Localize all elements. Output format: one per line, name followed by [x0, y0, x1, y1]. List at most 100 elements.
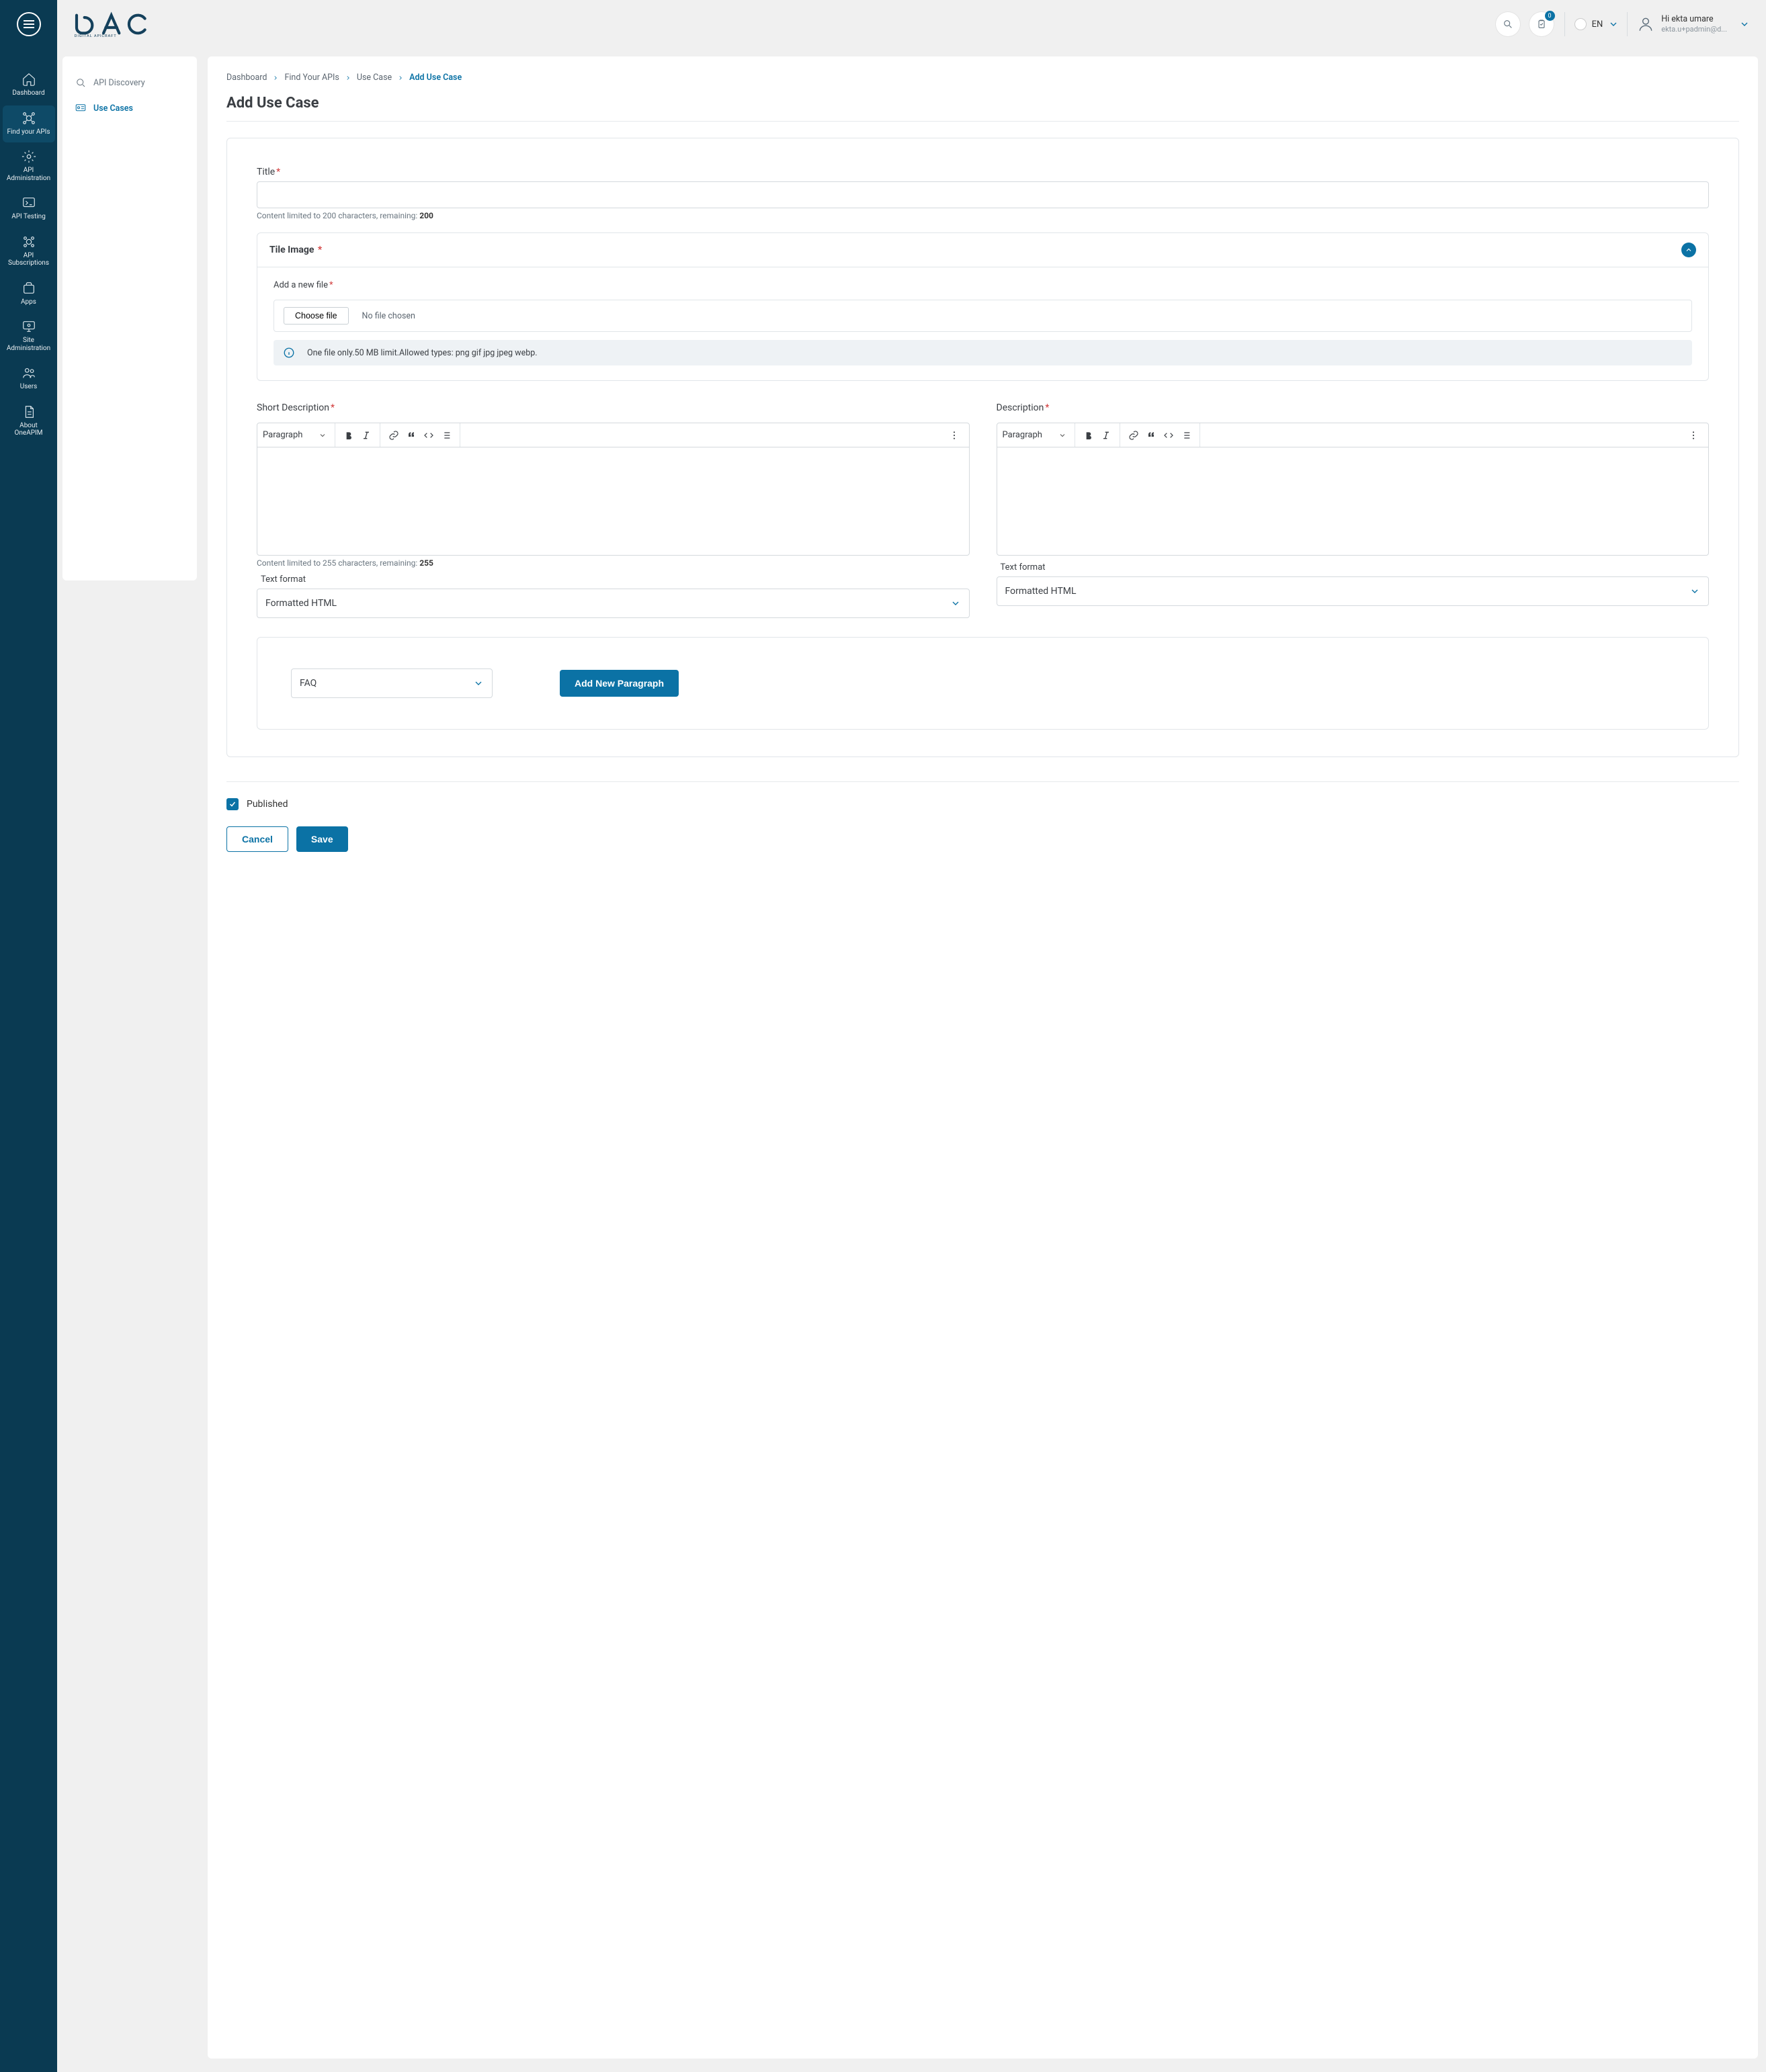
chevron-down-icon [1689, 586, 1700, 597]
chevron-right-icon [345, 75, 351, 81]
form-card: Title* Content limited to 200 characters… [226, 138, 1739, 757]
subscription-icon [22, 234, 36, 249]
link-button[interactable] [1126, 427, 1142, 443]
divider [226, 781, 1739, 782]
italic-button[interactable] [358, 427, 374, 443]
crumb-current: Add Use Case [409, 73, 462, 83]
desc-text-format-select[interactable]: Formatted HTML [997, 576, 1710, 606]
tile-image-label: Tile Image * [269, 245, 322, 255]
rail-item-find-apis[interactable]: Find your APIs [3, 105, 55, 143]
file-status: No file chosen [362, 311, 415, 321]
subnav: API Discovery Use Cases [62, 56, 197, 580]
quote-button[interactable] [403, 427, 419, 443]
doc-icon [22, 404, 36, 419]
rail-item-apps[interactable]: Apps [3, 275, 55, 313]
paragraph-style-dropdown[interactable]: Paragraph [263, 430, 329, 440]
info-icon [283, 347, 295, 359]
notif-badge: 0 [1545, 11, 1555, 21]
divider [1564, 12, 1565, 36]
rail-item-api-admin[interactable]: API Administration [3, 144, 55, 189]
editor-more-button[interactable] [1685, 427, 1701, 443]
monitor-gear-icon [22, 319, 36, 334]
rail-item-dashboard[interactable]: Dashboard [3, 67, 55, 104]
rail-item-api-subs[interactable]: API Subscriptions [3, 229, 55, 274]
short-text-format-select[interactable]: Formatted HTML [257, 589, 970, 618]
code-button[interactable] [421, 427, 437, 443]
chevron-down-icon [1058, 431, 1066, 439]
desc-body[interactable] [997, 447, 1709, 555]
language-selector[interactable]: EN [1574, 18, 1620, 30]
divider [1627, 12, 1628, 36]
chevron-down-icon [1608, 19, 1619, 30]
paragraph-style-dropdown[interactable]: Paragraph [1003, 430, 1069, 440]
crumb-dashboard[interactable]: Dashboard [226, 73, 267, 83]
rail-item-about[interactable]: About OneAPIM [3, 399, 55, 444]
short-desc-editor: Paragraph [257, 423, 970, 556]
short-desc-body[interactable] [257, 447, 969, 555]
gear-api-icon [22, 149, 36, 164]
accordion-collapse-button[interactable] [1681, 243, 1696, 257]
rail-item-users[interactable]: Users [3, 360, 55, 398]
desc-label: Description* [997, 402, 1050, 413]
rail-item-api-testing[interactable]: API Testing [3, 190, 55, 228]
api-search-icon [22, 111, 36, 126]
crumb-find-apis[interactable]: Find Your APIs [284, 73, 339, 83]
paragraph-type-card: FAQ Add New Paragraph [257, 637, 1709, 730]
list-button[interactable] [1178, 427, 1194, 443]
published-label: Published [247, 799, 288, 810]
code-button[interactable] [1161, 427, 1177, 443]
save-button[interactable]: Save [296, 826, 348, 852]
bold-button[interactable] [341, 427, 357, 443]
chevron-down-icon [319, 431, 327, 439]
search-button[interactable] [1496, 12, 1520, 36]
choose-file-button[interactable]: Choose file [284, 307, 349, 325]
crumb-use-case[interactable]: Use Case [357, 73, 392, 83]
compass-icon [75, 77, 87, 89]
clipboard-check-icon [1536, 19, 1547, 30]
italic-button[interactable] [1098, 427, 1114, 443]
editor-more-button[interactable] [946, 427, 962, 443]
notifications-button[interactable]: 0 [1529, 12, 1554, 36]
chevron-up-icon [1685, 246, 1693, 254]
desc-text-format-label: Text format [997, 562, 1710, 572]
chevron-down-icon [1739, 19, 1750, 30]
checkmark-icon [228, 800, 237, 808]
short-desc-helper: Content limited to 255 characters, remai… [257, 558, 970, 568]
subnav-item-use-cases[interactable]: Use Cases [62, 95, 197, 121]
usecase-icon [75, 102, 87, 114]
user-menu[interactable]: Hi ekta umare ekta.u+padmin@d... [1637, 14, 1750, 34]
published-checkbox[interactable] [226, 798, 239, 810]
logo[interactable]: DIGITAL APICRAFT [73, 11, 163, 38]
rail-item-site-admin[interactable]: Site Administration [3, 314, 55, 359]
chevron-down-icon [473, 678, 484, 689]
title-input[interactable] [257, 181, 1709, 208]
home-icon [22, 72, 36, 87]
file-upload-row: Choose file No file chosen [274, 300, 1692, 332]
breadcrumb: Dashboard Find Your APIs Use Case Add Us… [226, 73, 1739, 83]
quote-button[interactable] [1143, 427, 1159, 443]
chevron-down-icon [950, 598, 961, 609]
add-paragraph-button[interactable]: Add New Paragraph [560, 670, 679, 697]
cancel-button[interactable]: Cancel [226, 826, 288, 852]
list-button[interactable] [438, 427, 454, 443]
chevron-right-icon [397, 75, 404, 81]
apps-icon [22, 281, 36, 296]
user-avatar-icon [1637, 15, 1654, 33]
link-button[interactable] [386, 427, 402, 443]
dac-logo-icon: DIGITAL APICRAFT [73, 11, 163, 38]
title-label: Title* [257, 167, 280, 177]
paragraph-type-select[interactable]: FAQ [291, 668, 493, 698]
page-panel: Dashboard Find Your APIs Use Case Add Us… [208, 56, 1758, 2059]
tile-image-accordion: Tile Image * Add a new file* Choose [257, 232, 1709, 381]
title-helper: Content limited to 200 characters, remai… [257, 211, 1709, 220]
bold-button[interactable] [1081, 427, 1097, 443]
file-info-box: One file only.50 MB limit.Allowed types:… [274, 340, 1692, 365]
left-rail: Dashboard Find your APIs API Administrat… [0, 0, 57, 2072]
short-desc-label: Short Description* [257, 402, 335, 413]
hamburger-button[interactable] [17, 12, 41, 36]
user-email: ekta.u+padmin@d... [1661, 25, 1727, 34]
topbar: DIGITAL APICRAFT 0 EN Hi ekta u [57, 0, 1766, 48]
subnav-item-api-discovery[interactable]: API Discovery [62, 70, 197, 95]
testing-icon [22, 196, 36, 210]
desc-editor: Paragraph [997, 423, 1710, 556]
